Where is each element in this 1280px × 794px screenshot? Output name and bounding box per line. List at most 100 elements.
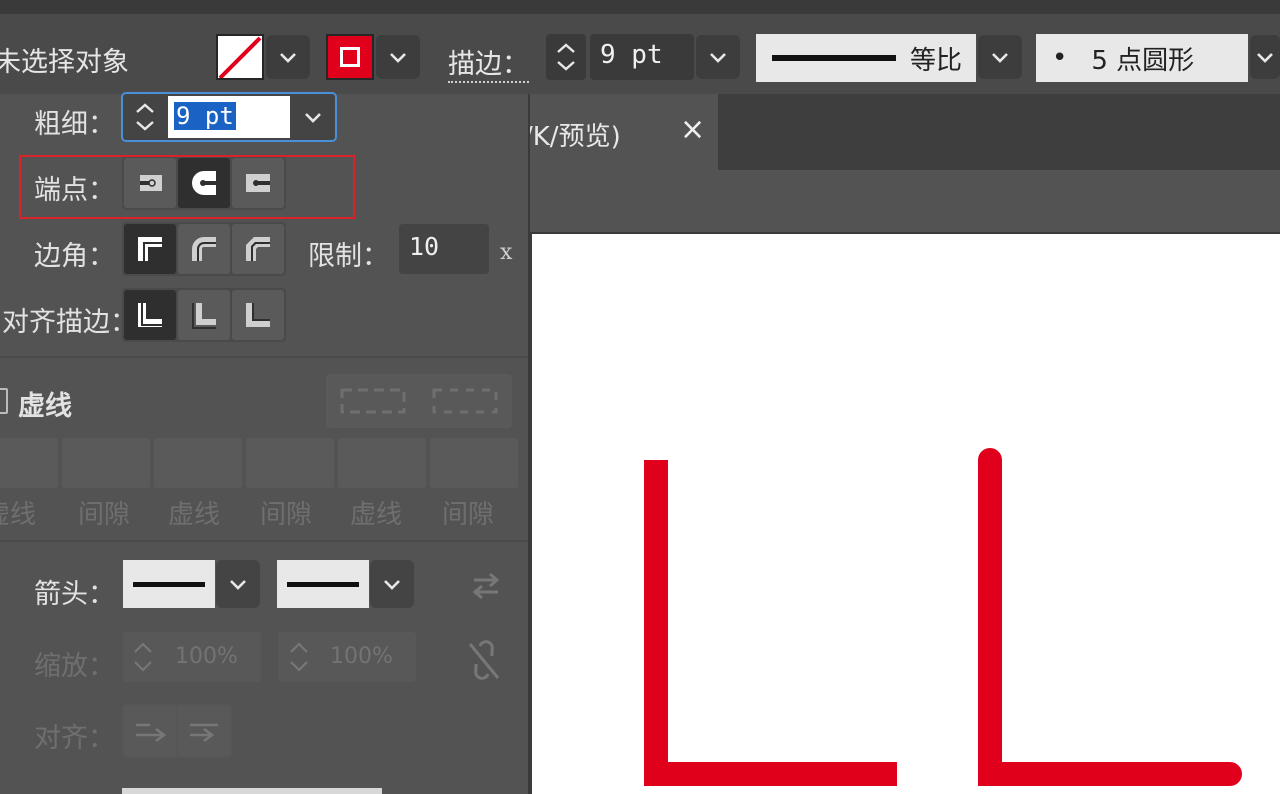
limit-label: 限制： bbox=[308, 241, 389, 272]
profile-preview-edge bbox=[122, 788, 382, 794]
align-stroke-buttons bbox=[122, 288, 286, 342]
align-center-button[interactable] bbox=[124, 290, 176, 340]
align-outside-icon bbox=[246, 303, 270, 327]
dash-input-3[interactable] bbox=[338, 438, 426, 488]
stroke-weight-dropdown[interactable] bbox=[696, 35, 740, 79]
limit-unit: x bbox=[500, 240, 513, 265]
chevron-down-icon bbox=[557, 61, 575, 71]
gap-label-3: 间隙 bbox=[442, 500, 495, 530]
profile-dropdown[interactable] bbox=[978, 35, 1022, 79]
bevel-join-icon bbox=[246, 237, 270, 261]
dash-label-3: 虚线 bbox=[350, 500, 403, 530]
arrow-align-buttons bbox=[122, 704, 232, 758]
divider bbox=[0, 356, 528, 358]
chevron-down-icon bbox=[710, 53, 726, 63]
start-arrowhead-select[interactable] bbox=[123, 560, 215, 608]
miter-join-button[interactable] bbox=[124, 224, 176, 274]
stroke-color-icon bbox=[340, 47, 360, 67]
chevron-down-icon bbox=[305, 113, 321, 123]
arrow-place-button[interactable] bbox=[178, 706, 230, 756]
limit-input[interactable]: 10 bbox=[399, 224, 489, 274]
round-join-icon bbox=[192, 237, 216, 261]
document-tab-title: /K/预览) bbox=[524, 122, 621, 152]
chevron-down-icon bbox=[280, 53, 296, 63]
chevron-down-icon bbox=[384, 580, 400, 590]
dash-fields bbox=[0, 438, 518, 488]
gap-label-2: 间隙 bbox=[260, 500, 313, 530]
butt-cap-stroke[interactable] bbox=[644, 460, 897, 786]
cap-highlight-box bbox=[19, 155, 355, 219]
align-inside-icon bbox=[192, 303, 216, 329]
dashed-label: 虚线 bbox=[18, 391, 72, 422]
corner-label: 边角： bbox=[34, 241, 115, 272]
artwork bbox=[644, 448, 1242, 786]
document-header-strip bbox=[530, 170, 1280, 234]
chevron-up-icon bbox=[557, 43, 575, 53]
dashed-checkbox[interactable] bbox=[0, 388, 8, 414]
weight-label: 粗细： bbox=[34, 109, 115, 140]
bevel-join-button[interactable] bbox=[232, 224, 284, 274]
chevron-down-icon bbox=[230, 580, 246, 590]
fill-swatch[interactable] bbox=[216, 34, 264, 80]
stroke-weight-input[interactable]: 9 pt bbox=[590, 34, 694, 80]
start-arrowhead-dropdown[interactable] bbox=[216, 560, 260, 608]
stroke-dropdown-button[interactable] bbox=[376, 35, 420, 79]
miter-join-icon bbox=[138, 237, 162, 261]
gap-input-3[interactable] bbox=[430, 438, 518, 488]
align-outside-button[interactable] bbox=[232, 290, 284, 340]
dash-align-icon bbox=[432, 388, 498, 414]
arrow-line-icon bbox=[133, 581, 205, 587]
brush-label: 5 点圆形 bbox=[1091, 45, 1195, 76]
dash-input-1[interactable] bbox=[0, 438, 58, 488]
profile-line-icon bbox=[772, 55, 896, 61]
chevron-down-icon bbox=[136, 121, 154, 131]
dash-label-2: 虚线 bbox=[168, 500, 221, 530]
divider bbox=[0, 540, 528, 542]
weight-dropdown[interactable] bbox=[291, 96, 335, 138]
round-join-button[interactable] bbox=[178, 224, 230, 274]
gap-label-1: 间隙 bbox=[78, 500, 131, 530]
selection-status: 未选择对象 bbox=[0, 47, 129, 78]
start-scale-stepper-icon bbox=[134, 642, 152, 672]
align-dash-button[interactable] bbox=[420, 376, 510, 426]
swap-arrows-icon[interactable] bbox=[470, 570, 502, 606]
link-icon[interactable] bbox=[466, 640, 502, 684]
variable-width-profile[interactable]: 等比 bbox=[756, 34, 976, 82]
align-inside-button[interactable] bbox=[178, 290, 230, 340]
weight-input[interactable]: 9 pt bbox=[168, 96, 290, 138]
arrow-align-label: 对齐： bbox=[34, 723, 115, 754]
artboard[interactable] bbox=[532, 234, 1280, 794]
profile-label: 等比 bbox=[910, 45, 963, 76]
chevron-down-icon bbox=[390, 53, 406, 63]
align-center-icon bbox=[138, 303, 162, 327]
brush-dot: • bbox=[1052, 43, 1068, 73]
weight-stepper[interactable] bbox=[125, 96, 165, 138]
stroke-swatch[interactable] bbox=[326, 34, 374, 80]
arrowhead-label: 箭头： bbox=[34, 579, 115, 610]
weight-input-value: 9 pt bbox=[174, 102, 236, 130]
no-fill-icon bbox=[218, 36, 262, 80]
chevron-down-icon bbox=[992, 53, 1008, 63]
arrow-line-icon bbox=[287, 581, 359, 587]
gap-input-2[interactable] bbox=[246, 438, 334, 488]
document-tab[interactable]: /K/预览) × bbox=[524, 94, 718, 170]
stroke-weight-stepper[interactable] bbox=[546, 34, 586, 80]
arrow-extend-icon bbox=[136, 723, 166, 743]
gap-input-1[interactable] bbox=[62, 438, 150, 488]
end-arrowhead-select[interactable] bbox=[277, 560, 369, 608]
chevron-up-icon bbox=[136, 103, 154, 113]
stroke-panel-link[interactable]: 描边： bbox=[448, 42, 529, 83]
end-arrowhead-dropdown[interactable] bbox=[370, 560, 414, 608]
chevron-down-icon bbox=[1257, 53, 1273, 63]
dash-alignment-buttons bbox=[326, 374, 512, 428]
arrow-extend-button[interactable] bbox=[124, 706, 176, 756]
round-cap-stroke[interactable] bbox=[978, 448, 1242, 786]
brush-dropdown[interactable] bbox=[1250, 35, 1280, 79]
dash-preserve-icon bbox=[340, 388, 406, 414]
preserve-dash-button[interactable] bbox=[328, 376, 418, 426]
fill-dropdown-button[interactable] bbox=[266, 35, 310, 79]
brush-definition[interactable]: • 5 点圆形 bbox=[1036, 34, 1248, 82]
end-scale-stepper-icon bbox=[290, 642, 308, 672]
dash-input-2[interactable] bbox=[154, 438, 242, 488]
close-icon[interactable]: × bbox=[680, 112, 705, 147]
